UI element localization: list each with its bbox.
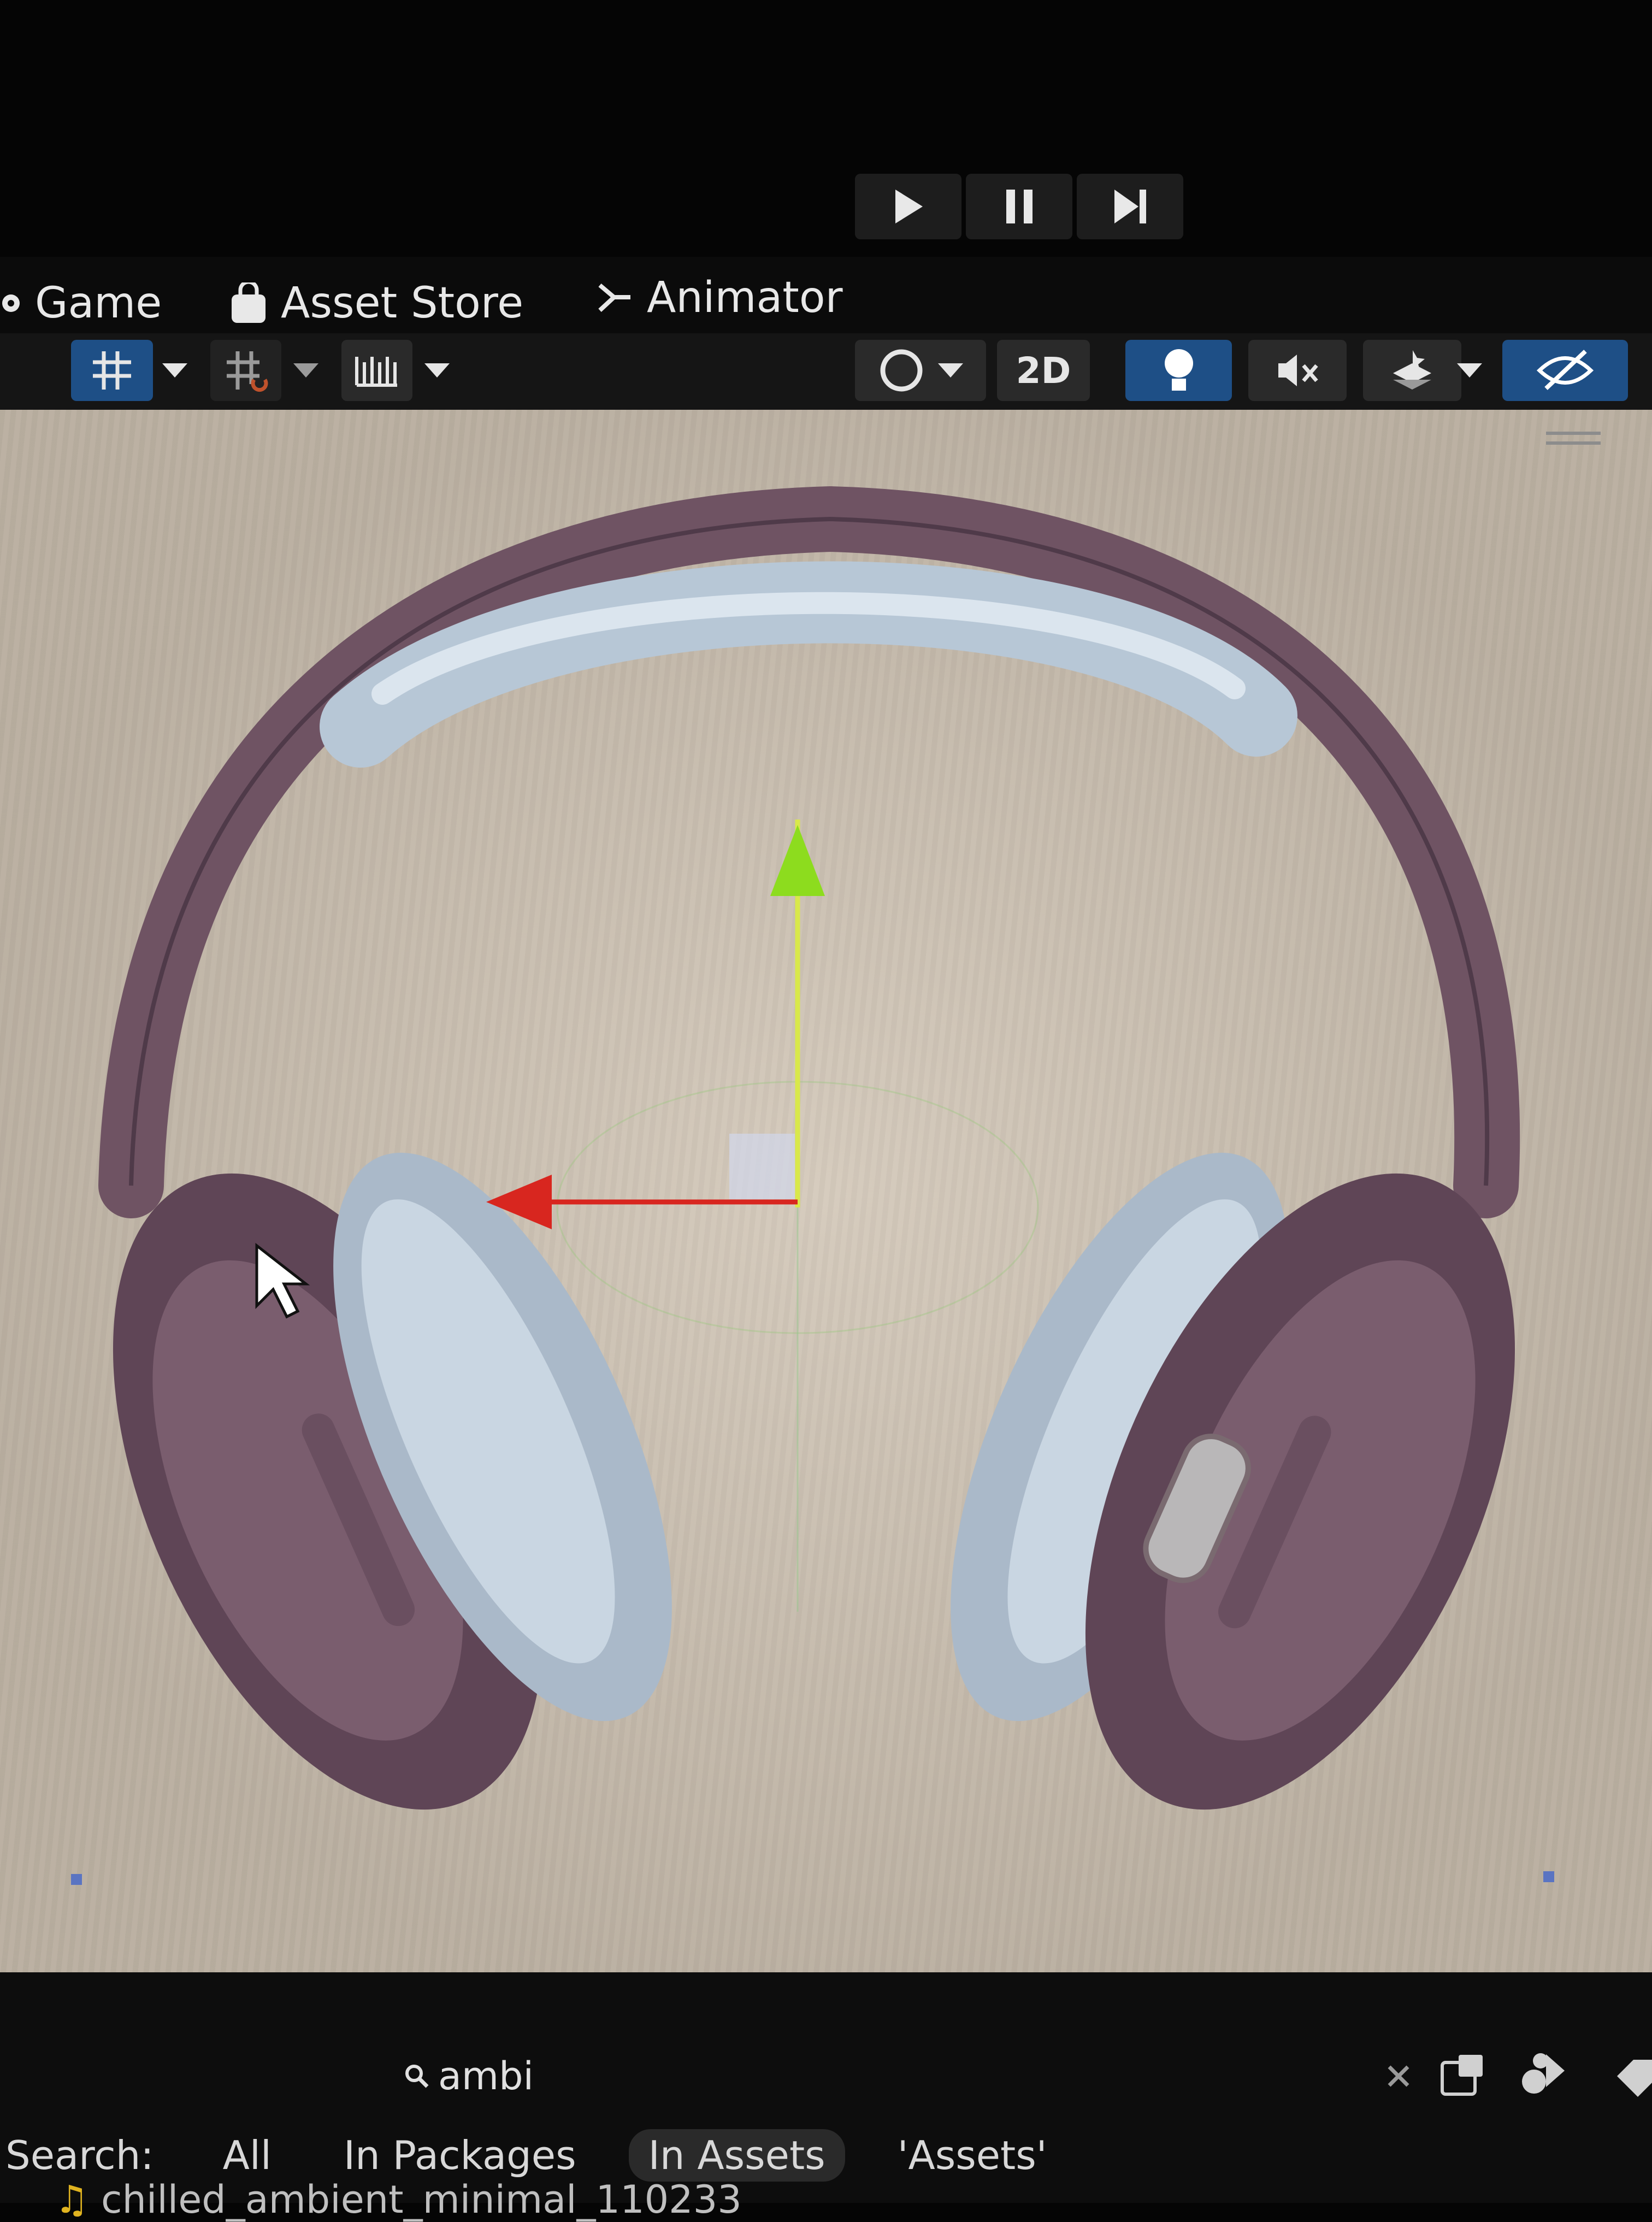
search-by-label-icon[interactable] xyxy=(1519,2049,1568,2098)
snap-increment-dropdown[interactable] xyxy=(284,340,328,401)
window-tabs: Game Asset Store Animator xyxy=(0,257,1652,339)
snap-increment-button[interactable] xyxy=(210,340,281,401)
scope-in-packages[interactable]: In Packages xyxy=(324,2129,596,2182)
tab-label: Asset Store xyxy=(281,279,524,328)
snap-increment-icon xyxy=(227,351,268,392)
shading-mode-icon xyxy=(880,349,923,392)
chevron-down-icon xyxy=(938,363,963,378)
effects-button[interactable] xyxy=(1363,340,1461,401)
chevron-down-icon xyxy=(1457,363,1482,378)
scope-in-assets[interactable]: In Assets xyxy=(628,2129,845,2182)
tab-animator[interactable]: Animator xyxy=(595,273,843,322)
asset-list-item[interactable]: ♫ chilled_ambient_minimal_110233 xyxy=(55,2177,742,2222)
scene-toolbar: 2D xyxy=(0,333,1652,410)
scene-canvas xyxy=(25,432,1602,1885)
hidden-visibility-icon xyxy=(1536,350,1594,390)
tab-asset-store[interactable]: Asset Store xyxy=(229,279,523,328)
bounds-handle[interactable] xyxy=(1543,1871,1554,1882)
scope-all[interactable]: All xyxy=(203,2129,291,2182)
tab-label: Animator xyxy=(647,273,843,322)
grid-snap-button[interactable] xyxy=(71,340,153,401)
lighting-button[interactable] xyxy=(1125,340,1232,401)
lighting-icon xyxy=(1164,349,1193,391)
game-controller-icon xyxy=(2,294,20,312)
pause-button[interactable] xyxy=(966,174,1072,239)
audio-mute-icon xyxy=(1278,355,1318,386)
audio-file-icon: ♫ xyxy=(55,2177,89,2222)
scene-visibility-button[interactable] xyxy=(1502,340,1628,401)
ruler-icon xyxy=(355,357,397,387)
grid-snap-icon xyxy=(93,351,131,390)
chevron-down-icon xyxy=(424,363,450,378)
tag-icon[interactable] xyxy=(1612,2054,1652,2098)
grid-snap-dropdown[interactable] xyxy=(153,340,197,401)
chevron-down-icon xyxy=(162,363,187,378)
step-forward-icon xyxy=(1114,190,1146,223)
play-controls xyxy=(855,174,1183,239)
effects-icon xyxy=(1393,350,1431,390)
chevron-down-icon xyxy=(293,363,318,378)
close-icon[interactable] xyxy=(1385,2062,1412,2090)
search-field[interactable]: ambi xyxy=(404,2043,1333,2109)
project-panel: ambi Search: All In Packages In Assets '… xyxy=(0,1972,1652,2203)
tab-label: Game xyxy=(35,279,162,328)
effects-dropdown[interactable] xyxy=(1448,340,1491,401)
search-icon xyxy=(405,2065,429,2088)
play-button[interactable] xyxy=(855,174,961,239)
step-button[interactable] xyxy=(1077,174,1183,239)
tab-game[interactable]: Game xyxy=(0,279,162,328)
ruler-dropdown[interactable] xyxy=(415,340,459,401)
shopping-bag-icon xyxy=(232,282,266,323)
animator-icon xyxy=(598,283,630,312)
headphones-model[interactable] xyxy=(25,486,1602,1875)
mode-2d-button[interactable]: 2D xyxy=(997,340,1090,401)
ruler-button[interactable] xyxy=(341,340,412,401)
bounds-handle[interactable] xyxy=(71,1874,82,1885)
search-query: ambi xyxy=(438,2054,534,2099)
shading-mode-button[interactable] xyxy=(855,340,986,401)
search-by-type-icon[interactable] xyxy=(1437,2052,1486,2101)
pause-icon xyxy=(1006,190,1032,223)
audio-mute-button[interactable] xyxy=(1248,340,1347,401)
search-label: Search: xyxy=(5,2132,154,2178)
scene-view[interactable] xyxy=(0,410,1652,1972)
asset-name: chilled_ambient_minimal_110233 xyxy=(101,2177,742,2222)
play-icon xyxy=(895,190,923,223)
panel-menu-icon[interactable] xyxy=(1546,432,1601,445)
scope-assets-folder[interactable]: 'Assets' xyxy=(878,2129,1067,2182)
